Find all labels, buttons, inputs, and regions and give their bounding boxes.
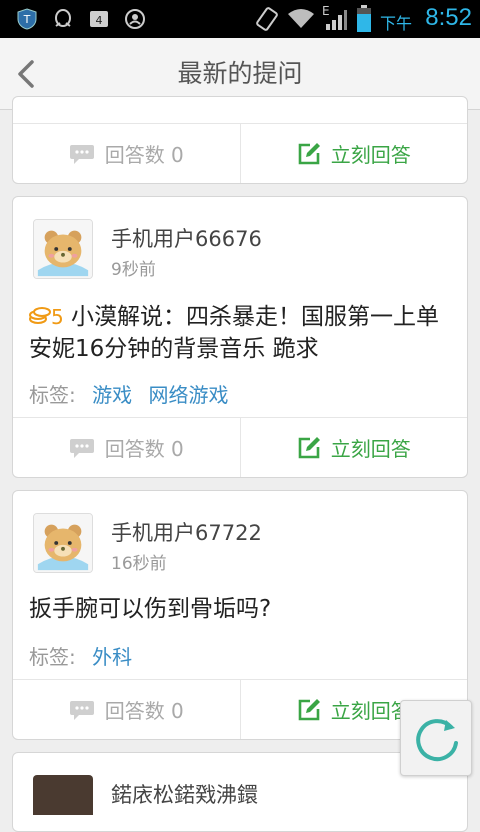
question-card[interactable]: 手机用户66676 9秒前 5 小漠解说：四杀暴走！国服第一上单安妮16分钟的背… bbox=[12, 196, 468, 478]
comment-icon bbox=[69, 438, 94, 458]
question-card: 回答数 0 立刻回答 bbox=[12, 96, 468, 184]
status-bar: T 4 E 下午 8:52 bbox=[0, 0, 480, 38]
answer-now-button[interactable]: 立刻回答 bbox=[241, 418, 468, 477]
question-text: 小漠解说：四杀暴走！国服第一上单安妮16分钟的背景音乐 跪求 bbox=[29, 304, 440, 362]
answers-count-label: 回答数 0 bbox=[104, 437, 184, 461]
refresh-icon bbox=[416, 719, 458, 762]
question-text-block: 5 小漠解说：四杀暴走！国服第一上单安妮16分钟的背景音乐 跪求 bbox=[29, 301, 449, 365]
comment-icon bbox=[69, 144, 94, 164]
user-name: 手机用户66676 bbox=[111, 227, 262, 251]
tags-label: 标签: bbox=[29, 383, 76, 407]
sim-icon: 4 bbox=[90, 11, 108, 27]
avatar[interactable] bbox=[33, 775, 93, 815]
answers-count-button[interactable]: 回答数 0 bbox=[13, 418, 241, 477]
edit-icon bbox=[298, 698, 320, 720]
status-time: 8:52 bbox=[425, 4, 472, 31]
svg-text:T: T bbox=[23, 13, 31, 26]
privacy-icon bbox=[125, 9, 145, 29]
answers-count-label: 回答数 0 bbox=[104, 699, 184, 723]
tag-link[interactable]: 网络游戏 bbox=[148, 383, 228, 407]
status-ampm: 下午 bbox=[379, 14, 412, 33]
avatar[interactable] bbox=[33, 513, 93, 573]
edit-icon bbox=[298, 142, 320, 164]
tag-link[interactable]: 外科 bbox=[92, 645, 132, 669]
wifi-icon bbox=[288, 9, 314, 28]
answers-count-button[interactable]: 回答数 0 bbox=[13, 124, 241, 183]
post-time: 9秒前 bbox=[111, 260, 156, 280]
avatar[interactable] bbox=[33, 219, 93, 279]
edit-icon bbox=[298, 436, 320, 458]
answers-count-button[interactable]: 回答数 0 bbox=[13, 680, 241, 739]
question-text: 扳手腕可以伤到骨垢吗? bbox=[29, 596, 272, 622]
shield-icon: T bbox=[17, 8, 37, 30]
answer-now-label: 立刻回答 bbox=[330, 143, 411, 167]
card-actions: 回答数 0 立刻回答 bbox=[13, 123, 467, 183]
tags-row: 标签: 外科 bbox=[29, 641, 132, 670]
post-time: 16秒前 bbox=[111, 554, 167, 574]
coin-icon bbox=[29, 307, 51, 324]
refresh-button[interactable] bbox=[400, 700, 472, 776]
vibrate-icon bbox=[256, 7, 278, 31]
reward-value: 5 bbox=[51, 305, 64, 329]
signal-icon bbox=[326, 10, 347, 30]
answers-count-label: 回答数 0 bbox=[104, 143, 184, 167]
user-name: 手机用户67722 bbox=[111, 521, 262, 545]
answer-now-button[interactable]: 立刻回答 bbox=[241, 124, 468, 183]
comment-icon bbox=[69, 700, 94, 720]
user-name: 鍩庡松鍩戣沸鐶 bbox=[111, 783, 258, 807]
tag-link[interactable]: 游戏 bbox=[92, 383, 132, 407]
answer-now-label: 立刻回答 bbox=[330, 699, 411, 723]
card-actions: 回答数 0 立刻回答 bbox=[13, 679, 467, 739]
answer-now-label: 立刻回答 bbox=[330, 437, 411, 461]
tags-row: 标签: 游戏 网络游戏 bbox=[29, 379, 228, 408]
tags-label: 标签: bbox=[29, 645, 76, 669]
svg-text:4: 4 bbox=[96, 14, 103, 27]
qq-icon bbox=[55, 9, 71, 27]
card-actions: 回答数 0 立刻回答 bbox=[13, 417, 467, 477]
back-arrow-icon[interactable] bbox=[12, 56, 42, 92]
battery-icon bbox=[357, 5, 371, 32]
